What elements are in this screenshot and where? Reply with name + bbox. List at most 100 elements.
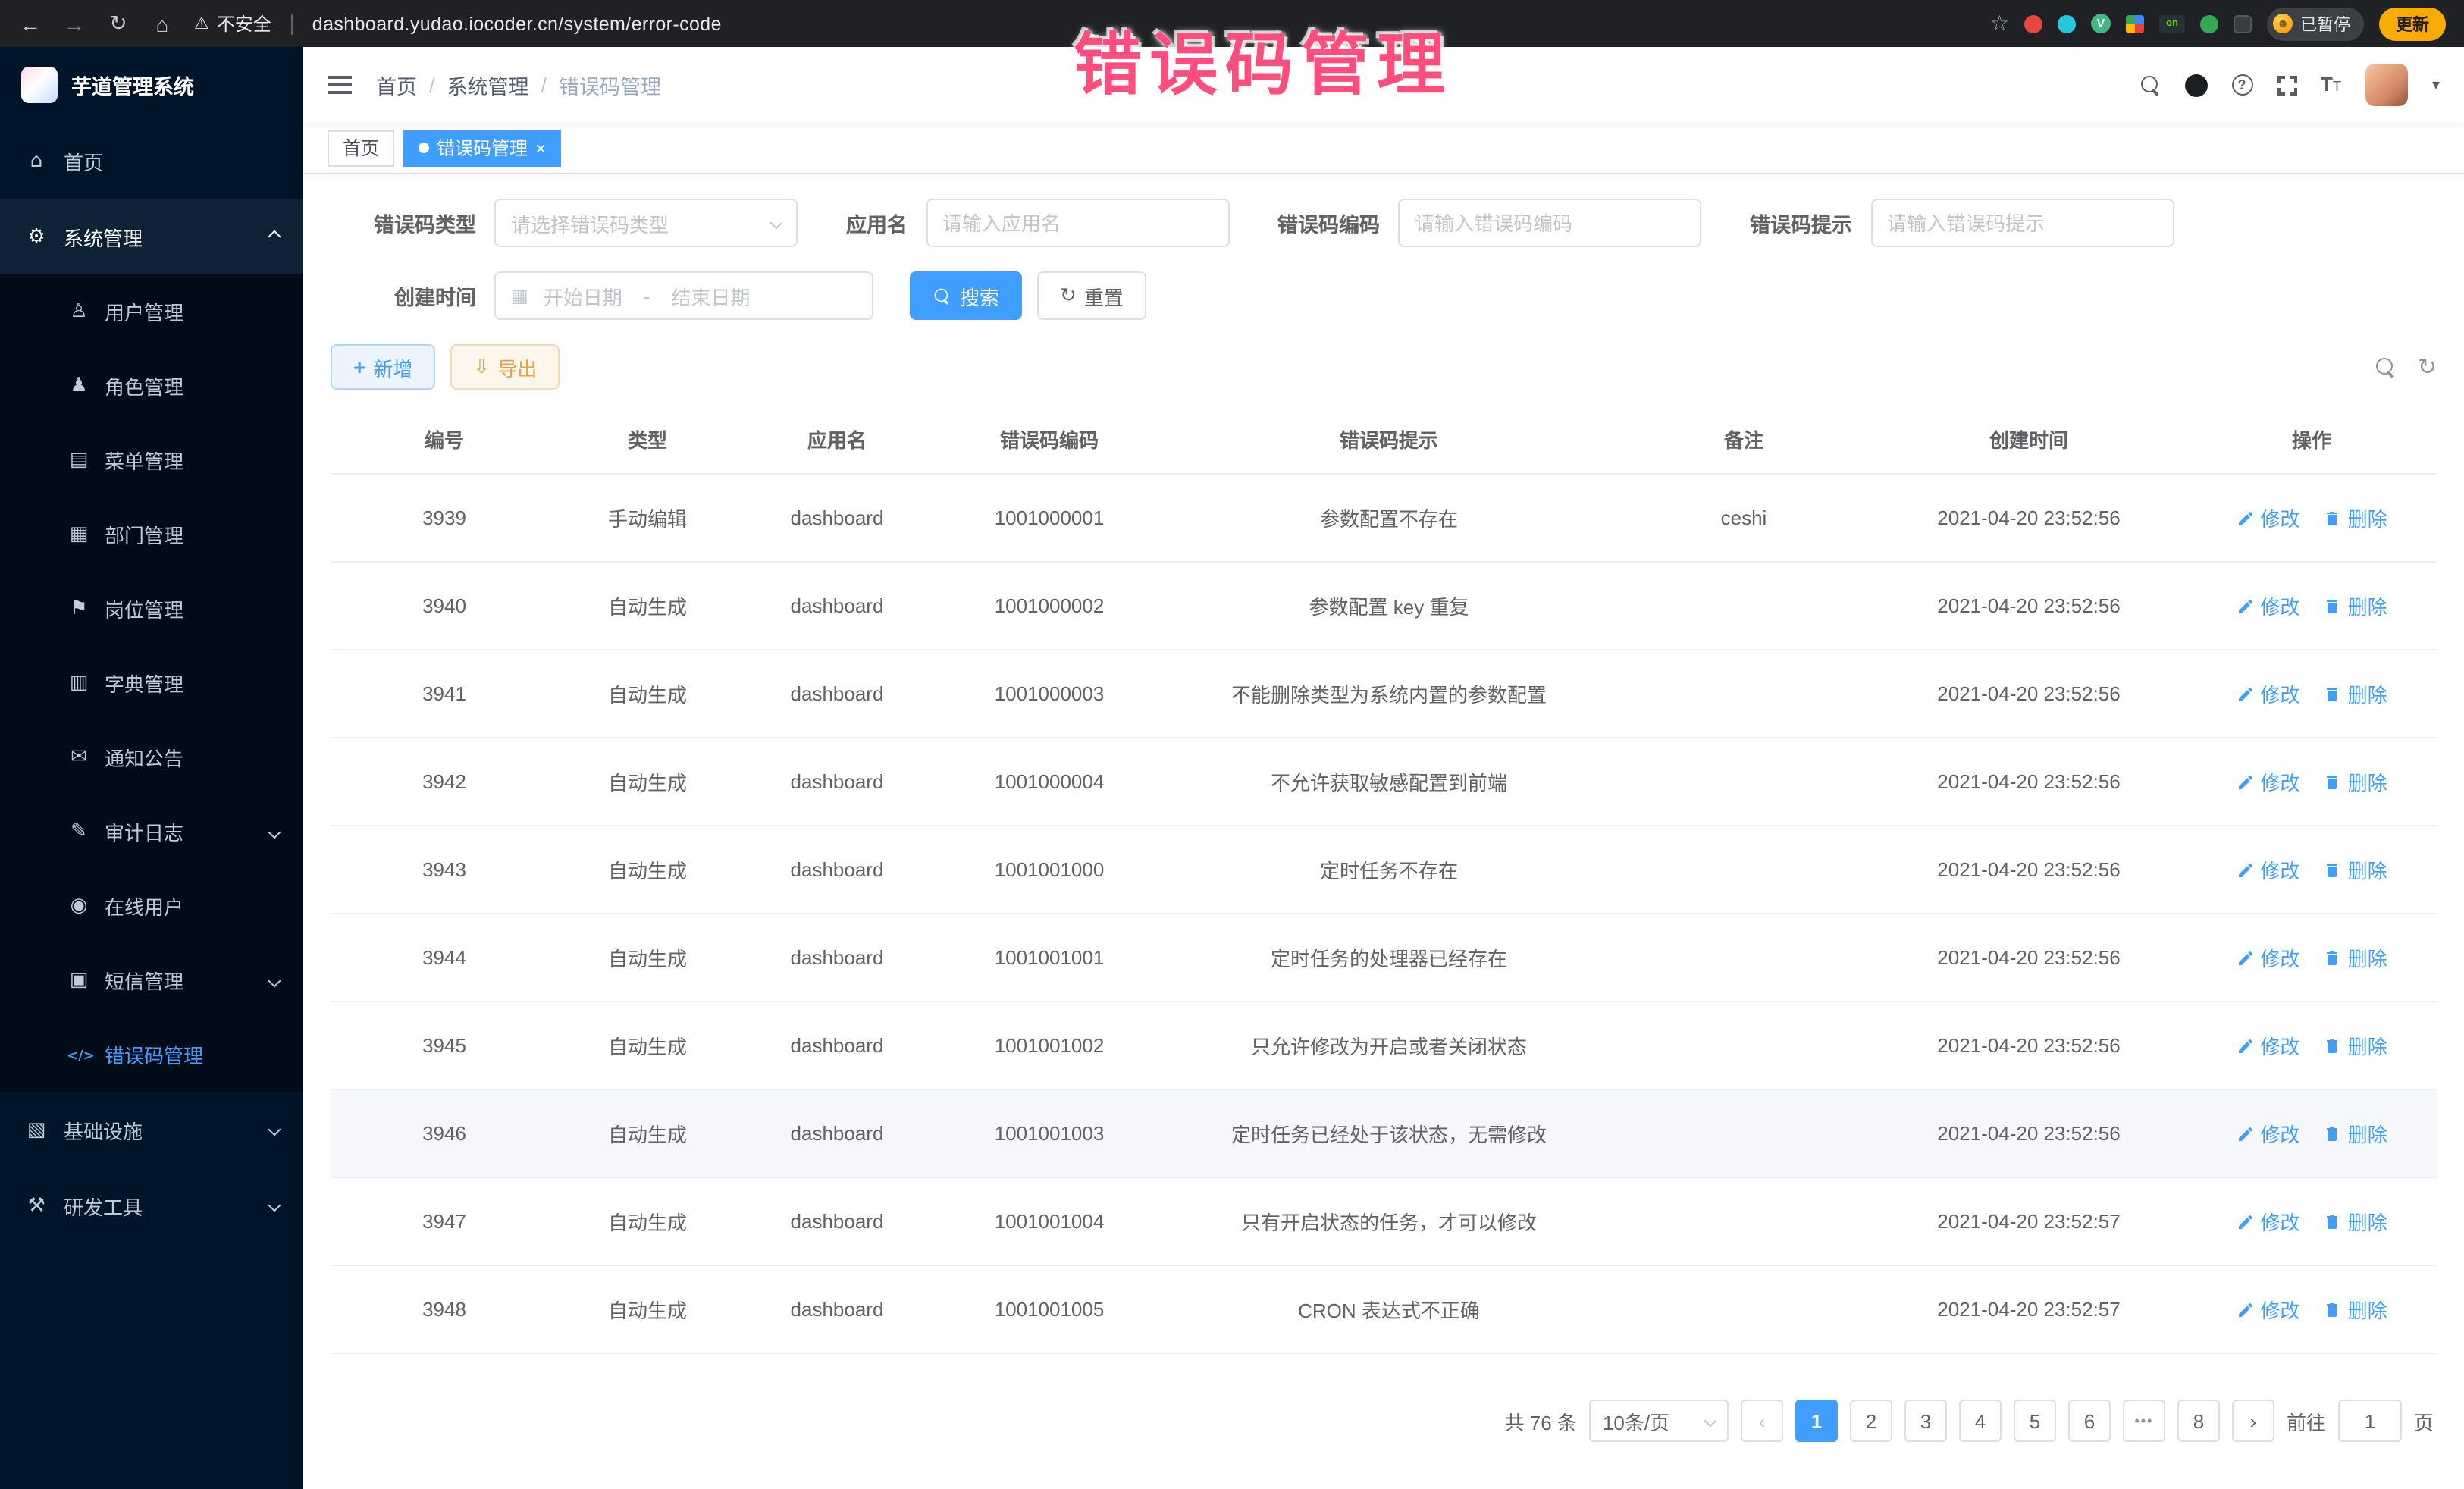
delete-link[interactable]: 删除 <box>2324 1119 2387 1148</box>
sidebar-subitem[interactable]: 岗位管理 <box>0 572 303 646</box>
delete-link[interactable]: 删除 <box>2324 943 2387 972</box>
update-button[interactable]: 更新 <box>2379 7 2446 40</box>
page-button[interactable]: 8 <box>2177 1400 2220 1442</box>
delete-link[interactable]: 删除 <box>2324 1031 2387 1060</box>
sidebar-item-system[interactable]: 系统管理 <box>0 199 303 274</box>
adblock-icon[interactable] <box>2024 14 2042 33</box>
breadcrumb-item[interactable]: 首页 <box>376 70 417 100</box>
caret-down-icon[interactable]: ▾ <box>2432 77 2440 93</box>
column-header[interactable]: 应用名 <box>737 405 937 474</box>
help-icon[interactable] <box>2231 74 2252 96</box>
sidebar-subitem[interactable]: 审计日志 <box>0 795 303 869</box>
hamburger-icon[interactable] <box>328 76 352 94</box>
date-range-picker[interactable]: ▦ 开始日期 - 结束日期 <box>494 271 873 320</box>
page-button[interactable]: 5 <box>2014 1400 2056 1442</box>
delete-link[interactable]: 删除 <box>2324 679 2387 708</box>
reset-button[interactable]: ↻ 重置 <box>1037 271 1146 320</box>
sidebar-subitem[interactable]: 字典管理 <box>0 646 303 720</box>
app-name-input[interactable] <box>942 212 1212 234</box>
delete-link[interactable]: 删除 <box>2324 591 2387 620</box>
sidebar-subitem[interactable]: 短信管理 <box>0 943 303 1017</box>
back-icon[interactable]: ← <box>18 11 42 36</box>
export-button[interactable]: ⇩ 导出 <box>450 344 560 390</box>
switch-on-icon[interactable]: on <box>2159 14 2185 33</box>
column-header[interactable]: 创建时间 <box>1871 405 2187 474</box>
table-tool-icons: ↻ <box>2377 353 2437 381</box>
tab[interactable]: 错误码管理 × <box>403 130 561 166</box>
page-button[interactable]: 2 <box>1850 1400 1892 1442</box>
page-button[interactable]: 3 <box>1904 1400 1947 1442</box>
error-hint-input[interactable] <box>1887 212 2157 234</box>
page-button[interactable]: 4 <box>1959 1400 2002 1442</box>
sidebar-item-dev-tools[interactable]: 研发工具 <box>0 1168 303 1243</box>
home-icon[interactable]: ⌂ <box>150 11 174 36</box>
extensions-grid-icon[interactable] <box>2126 14 2144 33</box>
edit-link[interactable]: 修改 <box>2236 503 2299 532</box>
font-size-icon[interactable] <box>2321 71 2341 99</box>
sidebar-subitem[interactable]: 在线用户 <box>0 869 303 943</box>
search-button[interactable]: 搜索 <box>910 271 1022 320</box>
column-header[interactable]: 类型 <box>558 405 737 474</box>
add-button[interactable]: + 新增 <box>331 344 435 390</box>
search-icon[interactable] <box>2140 75 2160 95</box>
column-header[interactable]: 编号 <box>331 405 558 474</box>
error-type-select[interactable]: 请选择错误码类型 <box>494 199 798 247</box>
column-header[interactable]: 错误码编码 <box>937 405 1161 474</box>
edit-link[interactable]: 修改 <box>2236 1031 2299 1060</box>
sidebar-subitem[interactable]: 错误码管理 <box>0 1017 303 1092</box>
delete-link[interactable]: 删除 <box>2324 767 2387 796</box>
star-icon[interactable]: ☆ <box>1990 11 2009 36</box>
page-button[interactable]: 6 <box>2068 1400 2111 1442</box>
tab-close-icon[interactable]: × <box>535 139 546 157</box>
address-bar[interactable]: dashboard.yudao.iocoder.cn/system/error-… <box>312 13 722 34</box>
delete-link[interactable]: 删除 <box>2324 503 2387 532</box>
sidebar-subitem[interactable]: 通知公告 <box>0 720 303 795</box>
leaf-icon[interactable] <box>2200 14 2218 33</box>
page-button[interactable]: 1 <box>1795 1400 1838 1442</box>
sidebar-subitem[interactable]: 用户管理 <box>0 274 303 349</box>
avatar[interactable] <box>2365 64 2408 106</box>
edit-link[interactable]: 修改 <box>2236 591 2299 620</box>
puzzle-icon[interactable] <box>2234 14 2252 33</box>
edit-link[interactable]: 修改 <box>2236 943 2299 972</box>
security-chip[interactable]: ⚠ 不安全 <box>194 11 271 36</box>
fullscreen-icon[interactable] <box>2277 75 2296 95</box>
edit-link[interactable]: 修改 <box>2236 767 2299 796</box>
github-icon[interactable] <box>2184 74 2207 96</box>
breadcrumb-item[interactable]: 系统管理 <box>447 70 529 100</box>
column-header[interactable]: 备注 <box>1616 405 1871 474</box>
toggle-search-icon[interactable] <box>2377 357 2397 377</box>
profile-paused-badge[interactable]: ☻ 已暂停 <box>2267 7 2364 40</box>
breadcrumb-item[interactable]: 错误码管理 <box>559 70 661 100</box>
edit-link[interactable]: 修改 <box>2236 679 2299 708</box>
vue-devtools-icon[interactable]: V <box>2091 14 2111 33</box>
table-row: 3948 自动生成 dashboard 1001001005 CRON 表达式不… <box>331 1265 2437 1353</box>
tab[interactable]: 首页 × <box>328 130 394 166</box>
pencil-icon <box>2236 597 2254 615</box>
error-code-input[interactable] <box>1415 212 1685 234</box>
sidebar-subitem[interactable]: 部门管理 <box>0 497 303 572</box>
edit-link[interactable]: 修改 <box>2236 1207 2299 1236</box>
column-header[interactable]: 操作 <box>2187 405 2437 474</box>
reload-icon[interactable]: ↻ <box>106 11 130 36</box>
table-refresh-icon[interactable]: ↻ <box>2418 353 2437 381</box>
edit-link[interactable]: 修改 <box>2236 1119 2299 1148</box>
page-size-select[interactable]: 10条/页 <box>1589 1400 1729 1442</box>
goto-page-input[interactable] <box>2338 1400 2402 1442</box>
prev-page-button[interactable]: ‹ <box>1741 1400 1783 1442</box>
sidebar-subitem[interactable]: 角色管理 <box>0 349 303 423</box>
sidebar-item-home[interactable]: 首页 <box>0 123 303 199</box>
edit-link[interactable]: 修改 <box>2236 1295 2299 1324</box>
next-page-button[interactable]: › <box>2232 1400 2274 1442</box>
column-header[interactable]: 错误码提示 <box>1161 405 1616 474</box>
forward-icon[interactable]: → <box>62 11 86 36</box>
edit-link[interactable]: 修改 <box>2236 855 2299 884</box>
delete-link[interactable]: 删除 <box>2324 855 2387 884</box>
colorzilla-icon[interactable] <box>2058 14 2076 33</box>
sidebar-item-infrastructure[interactable]: 基础设施 <box>0 1092 303 1168</box>
page-button[interactable]: ••• <box>2123 1400 2165 1442</box>
delete-link[interactable]: 删除 <box>2324 1295 2387 1324</box>
sidebar-subitem[interactable]: 菜单管理 <box>0 423 303 497</box>
delete-link[interactable]: 删除 <box>2324 1207 2387 1236</box>
app-logo-row[interactable]: 芋道管理系统 <box>0 47 303 123</box>
